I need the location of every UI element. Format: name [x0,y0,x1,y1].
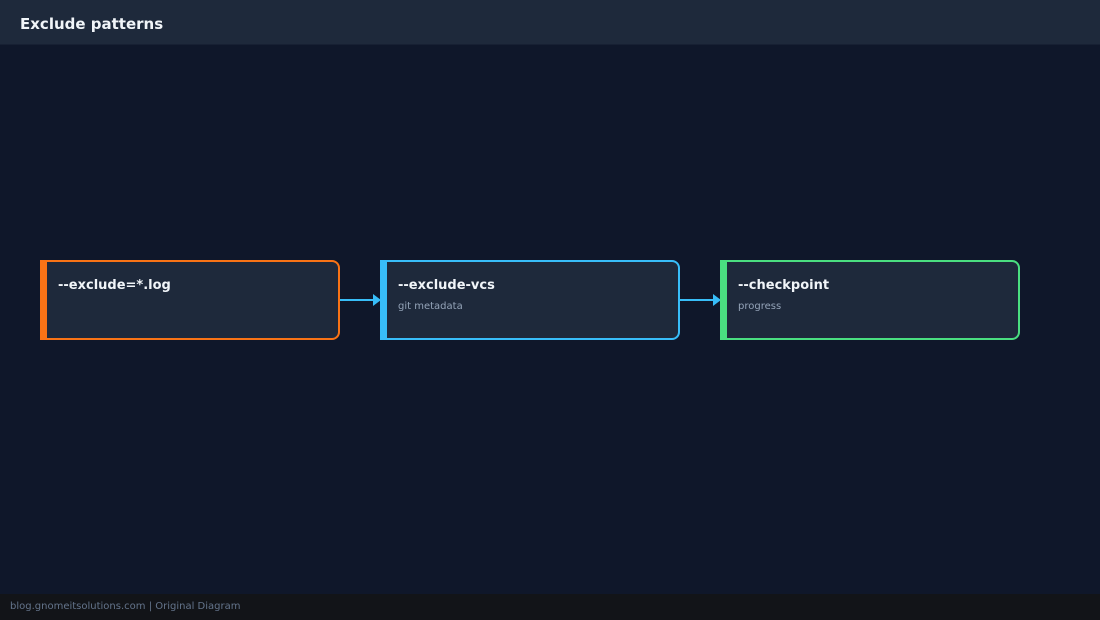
arrow-1-to-2 [340,294,381,306]
header-bar: Exclude patterns [0,0,1100,45]
arrow-2-to-3 [680,294,721,306]
node-exclude-log: --exclude=*.log [40,260,340,340]
node-title: --exclude-vcs [398,278,495,293]
node-subtitle: git metadata [398,301,463,312]
node-exclude-vcs: --exclude-vcs git metadata [380,260,680,340]
node-subtitle: progress [738,301,782,312]
diagram-page: Exclude patterns --exclude=*.log --exclu… [0,0,1100,620]
node-title: --exclude=*.log [58,278,171,293]
node-title: --checkpoint [738,278,830,293]
footer-credit: blog.gnomeitsolutions.com | Original Dia… [10,601,241,612]
node-checkpoint: --checkpoint progress [720,260,1020,340]
footer-bar: blog.gnomeitsolutions.com | Original Dia… [0,594,1100,620]
page-title: Exclude patterns [20,15,164,33]
